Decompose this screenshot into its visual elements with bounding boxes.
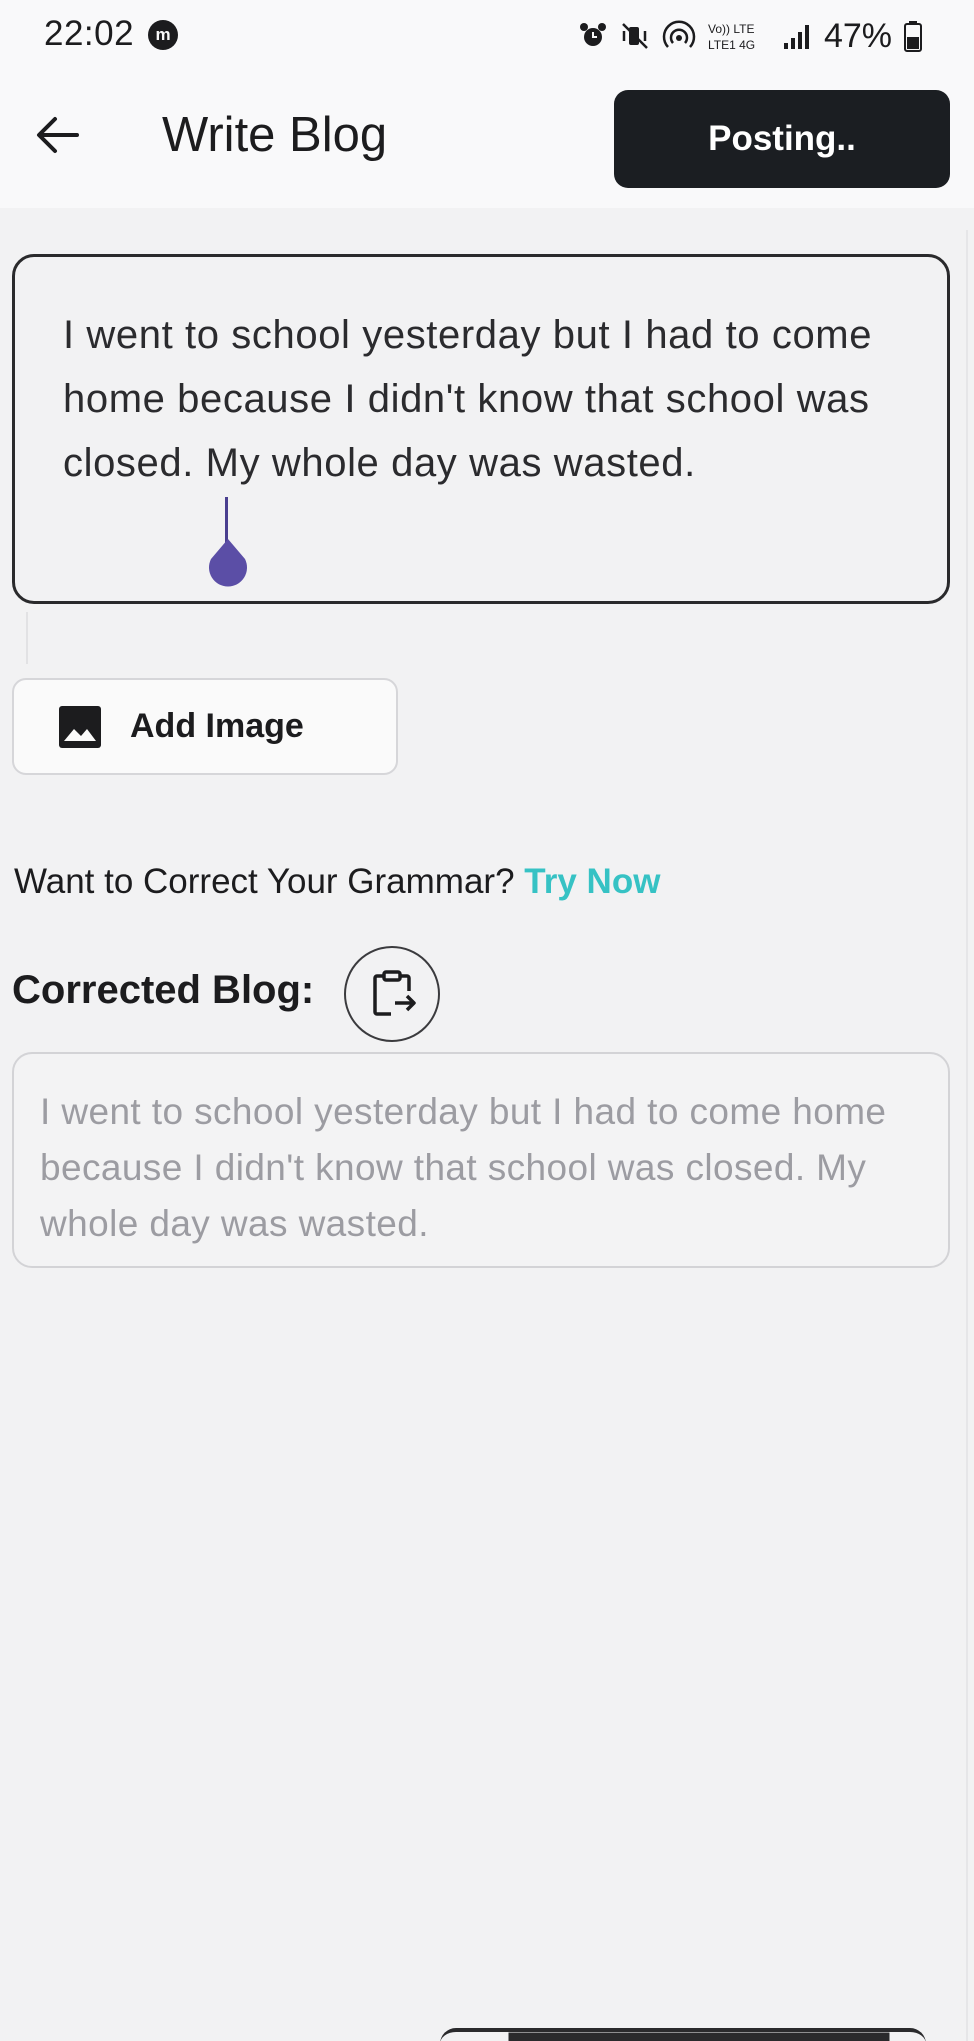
- alarm-icon: [579, 23, 606, 46]
- svg-text:Vo)) LTE: Vo)) LTE: [708, 22, 754, 36]
- scroll-edge: [966, 230, 968, 2041]
- clipboard-paste-icon: [373, 970, 416, 1016]
- copy-corrected-button[interactable]: [344, 946, 440, 1042]
- write-blog-screen: 22:02 m Vo)) LTE LTE1 4G 47% Write Blog …: [0, 0, 974, 2041]
- arrow-left-icon: [37, 117, 79, 153]
- status-time: 22:02: [44, 14, 135, 53]
- text-cursor-handle[interactable]: [205, 539, 251, 589]
- divider: [26, 612, 28, 664]
- hotspot-icon: [662, 20, 696, 48]
- notification-app-icon: m: [148, 20, 178, 50]
- vibrate-mute-icon: [622, 23, 648, 49]
- add-image-label: Add Image: [130, 707, 304, 745]
- corrected-blog-output: I went to school yesterday but I had to …: [12, 1052, 950, 1268]
- blog-text-content[interactable]: I went to school yesterday but I had to …: [63, 303, 923, 495]
- try-now-link[interactable]: Try Now: [524, 862, 660, 901]
- grammar-prompt-text: Want to Correct Your Grammar?: [14, 862, 525, 901]
- status-bar: 22:02 m Vo)) LTE LTE1 4G 47%: [0, 0, 974, 72]
- post-button[interactable]: Posting..: [614, 90, 950, 188]
- corrected-blog-heading: Corrected Blog:: [12, 968, 315, 1012]
- corrected-blog-text: I went to school yesterday but I had to …: [40, 1091, 887, 1244]
- volte-icon: Vo)) LTE LTE1 4G: [708, 22, 755, 52]
- back-button[interactable]: [22, 100, 92, 170]
- app-bar: Write Blog Posting..: [0, 72, 974, 208]
- status-icons: Vo)) LTE LTE1 4G 47%: [578, 14, 922, 58]
- blog-text-input[interactable]: I went to school yesterday but I had to …: [12, 254, 950, 604]
- add-image-button[interactable]: Add Image: [12, 678, 398, 775]
- svg-text:LTE1 4G: LTE1 4G: [708, 38, 755, 52]
- battery-icon: [904, 21, 922, 52]
- battery-percentage: 47%: [823, 16, 892, 55]
- signal-strength-icon: [783, 25, 809, 49]
- grammar-prompt: Want to Correct Your Grammar? Try Now: [14, 862, 660, 902]
- home-indicator[interactable]: [440, 2028, 926, 2041]
- page-title: Write Blog: [162, 108, 388, 162]
- image-icon: [59, 705, 101, 748]
